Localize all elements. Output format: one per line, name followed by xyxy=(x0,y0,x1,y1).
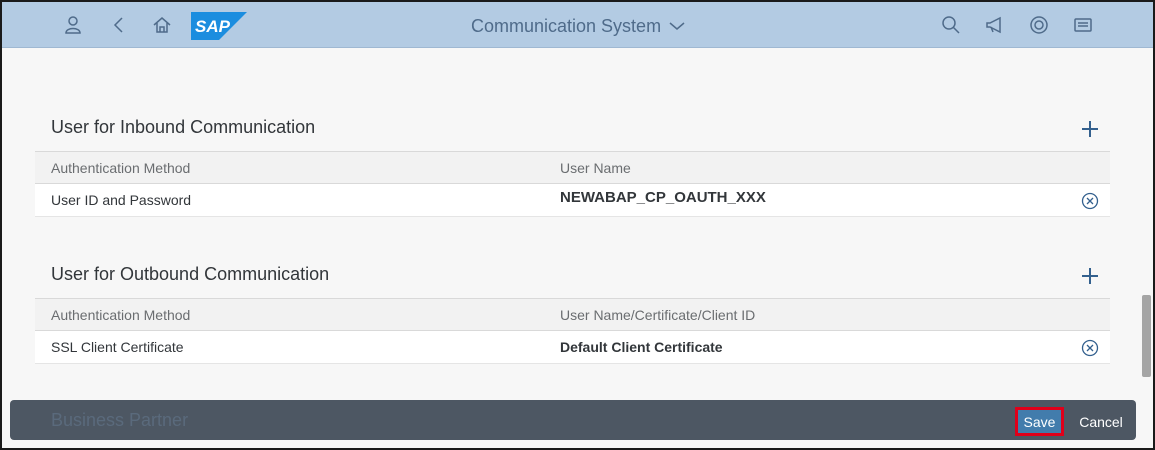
table-header: Authentication Method User Name xyxy=(35,151,1110,184)
save-button[interactable]: Save xyxy=(1015,407,1064,436)
circle-close-icon xyxy=(1081,339,1099,357)
certificate-value: Default Client Certificate xyxy=(560,339,723,355)
chevron-down-icon xyxy=(669,22,685,30)
svg-text:SAP: SAP xyxy=(195,17,231,36)
table-header: Authentication Method User Name/Certific… xyxy=(35,298,1110,331)
column-header-auth-method: Authentication Method xyxy=(51,306,191,323)
table-row[interactable]: User ID and Password NEWABAP_CP_OAUTH_XX… xyxy=(35,184,1110,217)
megaphone-icon[interactable] xyxy=(983,13,1007,37)
inbound-section-title: User for Inbound Communication xyxy=(51,117,316,137)
search-icon[interactable] xyxy=(939,13,963,37)
app-title: Communication System xyxy=(471,15,662,36)
auth-method-value: User ID and Password xyxy=(51,192,192,208)
inbound-users-table: Authentication Method User Name User ID … xyxy=(35,151,1110,217)
footer-toolbar: Business Partner Save Cancel xyxy=(10,400,1136,440)
user-name-value: NEWABAP_CP_OAUTH_XXX xyxy=(560,188,766,206)
remove-row-button[interactable] xyxy=(1080,191,1100,211)
plus-icon xyxy=(1082,268,1098,284)
remove-row-button[interactable] xyxy=(1080,338,1100,358)
cancel-button[interactable]: Cancel xyxy=(1074,407,1128,436)
add-outbound-user-button[interactable] xyxy=(1078,264,1102,288)
app-title-menu[interactable]: Communication System xyxy=(471,15,685,37)
object-page-content: User for Inbound Communication Authentic… xyxy=(2,49,1153,449)
table-row[interactable]: SSL Client Certificate Default Client Ce… xyxy=(35,331,1110,364)
column-header-auth-method: Authentication Method xyxy=(51,159,191,176)
column-header-user-certificate: User Name/Certificate/Client ID xyxy=(560,306,756,323)
outbound-users-table: Authentication Method User Name/Certific… xyxy=(35,298,1110,364)
circle-close-icon xyxy=(1081,192,1099,210)
column-header-user-name: User Name xyxy=(560,159,631,176)
vertical-scrollbar[interactable] xyxy=(1142,295,1151,377)
outbound-section-title: User for Outbound Communication xyxy=(51,264,330,284)
add-inbound-user-button[interactable] xyxy=(1078,117,1102,141)
business-partner-section-title: Business Partner xyxy=(51,410,189,430)
menu-icon[interactable] xyxy=(1071,13,1095,37)
copilot-icon[interactable] xyxy=(1027,13,1051,37)
user-icon[interactable] xyxy=(61,13,85,37)
plus-icon xyxy=(1082,121,1098,137)
sap-logo[interactable]: SAP xyxy=(191,12,247,40)
shell-bar: SAP Communication System xyxy=(2,2,1153,48)
auth-method-value: SSL Client Certificate xyxy=(51,339,184,355)
back-icon[interactable] xyxy=(107,13,131,37)
home-icon[interactable] xyxy=(150,13,174,37)
